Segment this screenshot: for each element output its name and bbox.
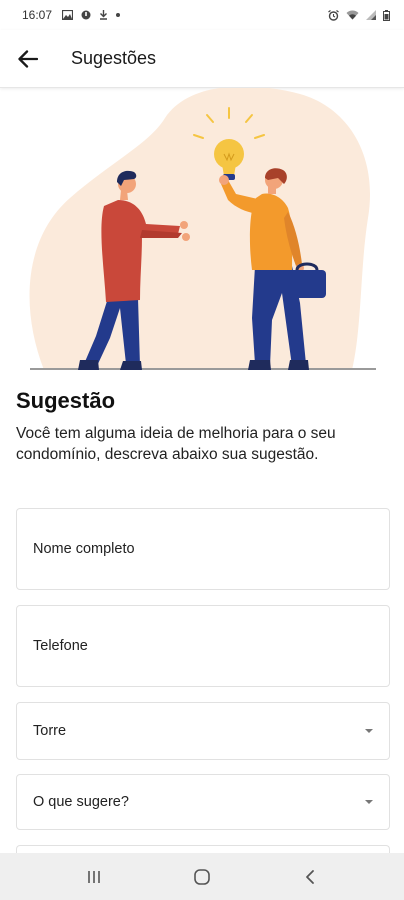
dot-icon	[116, 13, 121, 17]
home-icon	[194, 868, 210, 885]
image-icon	[62, 10, 74, 20]
tower-select[interactable]: Torre	[16, 702, 390, 760]
status-left-icons	[62, 10, 121, 20]
phone-field-placeholder: Telefone	[33, 638, 88, 654]
notification-icon	[81, 10, 91, 20]
system-nav-bar	[0, 853, 404, 900]
page-title: Sugestões	[71, 48, 157, 68]
chevron-down-icon	[365, 800, 373, 804]
signal-icon	[366, 10, 376, 20]
suggestion-type-select[interactable]: O que sugere?	[16, 774, 390, 830]
phone-field[interactable]: Telefone	[16, 605, 390, 687]
name-field[interactable]: Nome completo	[16, 508, 390, 590]
suggestion-illustration	[0, 86, 404, 373]
wifi-icon	[346, 10, 359, 20]
home-button[interactable]	[182, 857, 222, 897]
section-description: Você tem alguma ideia de melhoria para o…	[16, 425, 336, 463]
section-title: Sugestão	[16, 388, 116, 413]
back-button[interactable]	[16, 47, 40, 71]
download-icon	[100, 10, 108, 20]
tower-select-label: Torre	[33, 723, 67, 739]
recent-apps-icon	[88, 870, 100, 883]
name-field-placeholder: Nome completo	[33, 541, 135, 557]
system-back-button[interactable]	[290, 857, 330, 897]
arrow-left-icon	[18, 49, 38, 68]
app-bar: Sugestões	[0, 30, 404, 88]
status-time: 16:07	[22, 8, 53, 22]
status-right-icons	[328, 9, 390, 21]
back-icon	[306, 869, 314, 884]
status-bar: 16:07	[0, 0, 404, 30]
chevron-down-icon	[365, 729, 373, 733]
alarm-icon	[328, 9, 339, 21]
illustration-blob	[29, 86, 371, 370]
battery-icon	[383, 9, 390, 21]
recent-apps-button[interactable]	[74, 857, 114, 897]
suggestion-type-label: O que sugere?	[33, 794, 129, 810]
